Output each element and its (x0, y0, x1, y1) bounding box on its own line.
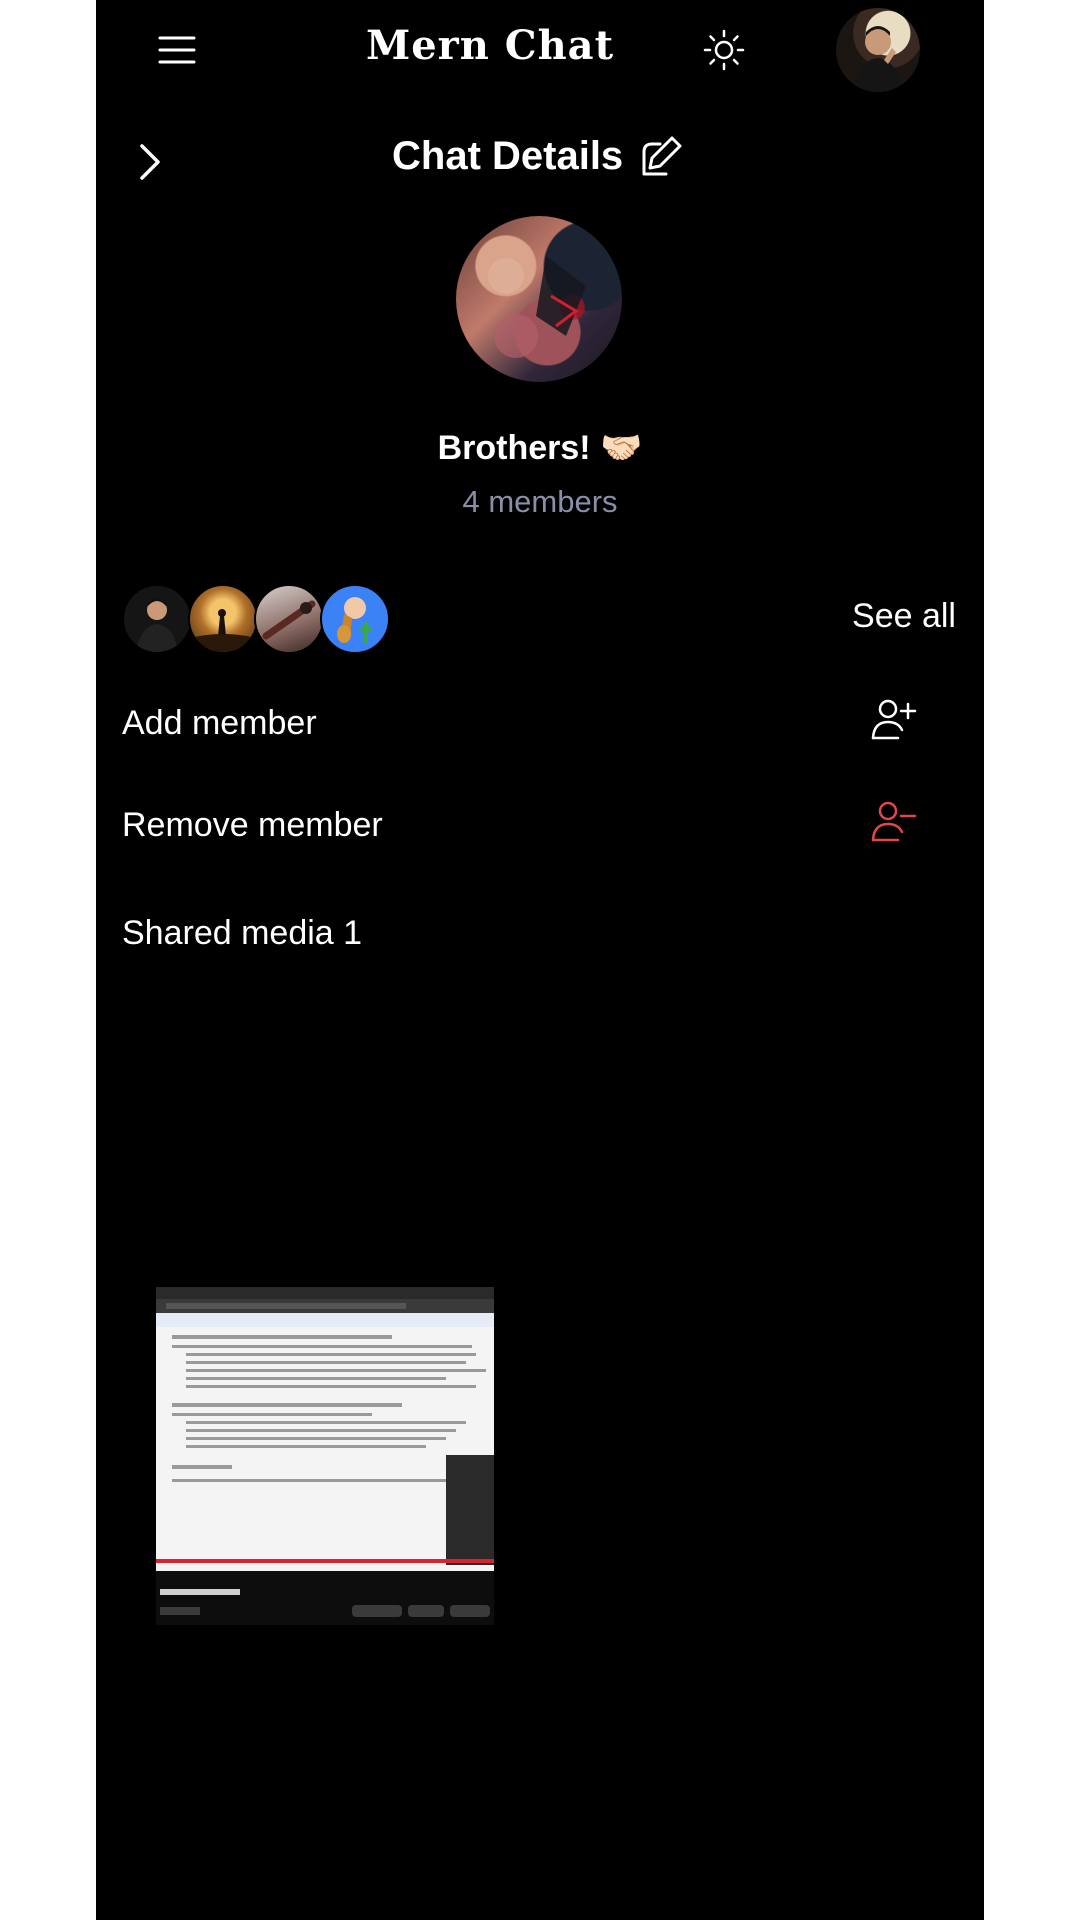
sun-icon[interactable] (702, 28, 746, 72)
members-count: 4 members (462, 484, 618, 519)
shared-media-row: Shared media 1 (122, 904, 958, 964)
group-name-text: Brothers! (437, 429, 591, 467)
group-name: Brothers! 🤝🏻 (96, 428, 984, 468)
chat-details-header: Chat Details (96, 108, 984, 204)
user-plus-icon[interactable] (868, 694, 918, 744)
add-member-row[interactable]: Add member (122, 694, 958, 754)
member-avatar-3[interactable] (254, 584, 324, 654)
remove-member-row[interactable]: Remove member (122, 796, 958, 856)
user-avatar[interactable] (836, 8, 920, 92)
chat-details-screen: Mern Chat Chat Details Brothers! 🤝🏻 4 me… (96, 0, 984, 1920)
shared-media-thumbnail[interactable] (156, 1287, 494, 1625)
shared-media-label: Shared media 1 (122, 914, 363, 952)
member-avatars-row[interactable] (122, 584, 422, 654)
member-avatar-1[interactable] (122, 584, 192, 654)
chat-details-title: Chat Details (392, 134, 624, 178)
chevron-right-icon[interactable] (132, 140, 166, 184)
remove-member-label: Remove member (122, 806, 383, 844)
member-avatar-4[interactable] (320, 584, 390, 654)
user-minus-icon[interactable] (868, 796, 918, 846)
member-avatar-2[interactable] (188, 584, 258, 654)
top-app-bar: Mern Chat (96, 0, 984, 100)
handshake-emoji: 🤝🏻 (600, 429, 643, 467)
group-avatar[interactable] (456, 216, 622, 382)
see-all-link[interactable]: See all (852, 597, 956, 636)
add-member-label: Add member (122, 704, 317, 742)
edit-icon[interactable] (636, 132, 686, 182)
